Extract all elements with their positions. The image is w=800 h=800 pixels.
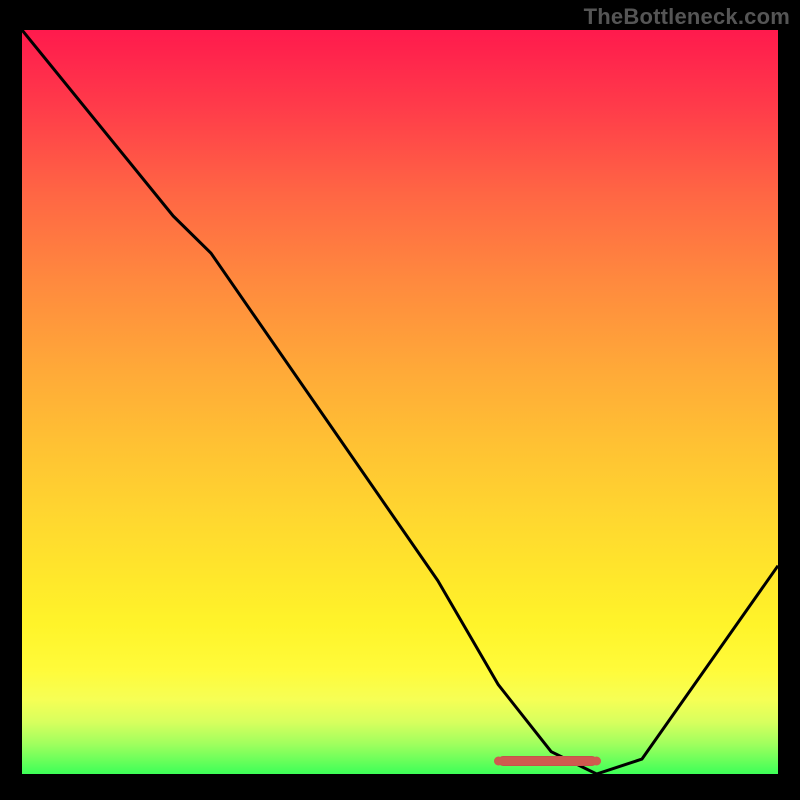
chart-line-svg [22,30,778,774]
highlight-range-marker [498,756,596,766]
chart-line-path [22,30,778,774]
watermark-text: TheBottleneck.com [584,4,790,30]
chart-plot-area [22,30,778,774]
